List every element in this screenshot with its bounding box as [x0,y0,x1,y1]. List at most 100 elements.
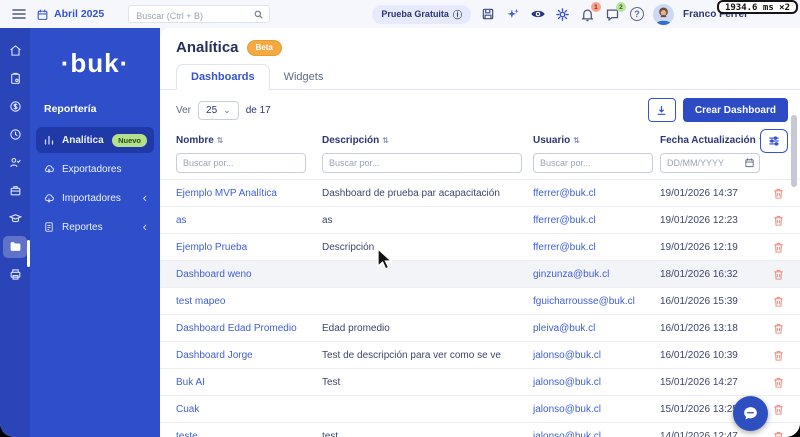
sidebar-item-analitica[interactable]: Analítica Nuevo [36,127,154,153]
create-dashboard-button[interactable]: Crear Dashboard [682,98,788,122]
save-shortcut-icon[interactable] [480,6,496,22]
col-fecha: Fecha Actualización [660,134,756,146]
avatar[interactable] [652,3,674,25]
ai-sparkles-icon[interactable] [505,6,521,22]
table-row[interactable]: Dashboard Edad Promedio Edad promedio pl… [160,314,800,341]
user-email[interactable]: pleiva@buk.cl [533,323,660,334]
dashboard-link[interactable]: Ejemplo Prueba [176,242,322,253]
payments-icon[interactable] [9,100,22,113]
gear-icon[interactable] [555,6,571,22]
global-search[interactable] [128,5,271,24]
notification-count-badge: 1 [590,2,601,12]
calendar-icon[interactable] [744,157,755,168]
dashboard-link[interactable]: Dashboard Edad Promedio [176,323,322,334]
download-button[interactable] [647,98,676,122]
clock-icon[interactable] [9,128,22,141]
trial-badge[interactable]: Prueba Gratuita ⓘ [372,4,471,24]
sort-icon[interactable]: ⇅ [217,136,224,145]
dashboard-link[interactable]: as [176,215,322,226]
user-email[interactable]: fferrer@buk.cl [533,188,660,199]
printer-icon[interactable] [9,268,22,281]
delete-button[interactable] [772,295,785,308]
sidebar-item-exportadores[interactable]: Exportadores [36,156,154,182]
table-row[interactable]: Dashboard Jorge Test de descripción para… [160,341,800,368]
education-cap-icon[interactable] [8,212,22,225]
table-row[interactable]: test mapeo fguicharrousse@buk.cl 16/01/2… [160,287,800,314]
dashboard-link[interactable]: Dashboard Jorge [176,350,322,361]
table-body: Ejemplo MVP Analítica Dashboard de prueb… [160,179,800,437]
messages-count-badge: 2 [615,2,626,12]
mouse-cursor [377,247,395,277]
hamburger-menu-icon[interactable] [12,8,26,20]
nuevo-badge: Nuevo [112,133,147,147]
col-nombre: Nombre [176,134,214,146]
chat-launcher-button[interactable] [733,396,768,431]
cloud-upload-icon [43,163,55,175]
filter-usuario-input[interactable] [533,153,653,173]
sidebar-item-importadores[interactable]: Importadores ‹ [36,185,154,211]
tab-bar: Dashboards Widgets [160,63,800,90]
dashboard-link[interactable]: Buk AI [176,377,322,388]
sort-icon[interactable]: ⇅ [382,136,389,145]
sidebar: ·buk· Reportería Analítica Nuevo Exporta… [30,28,160,437]
filter-descripcion-input[interactable] [322,153,522,173]
page-size-select[interactable]: 25 ⌄ [198,100,239,120]
table-row[interactable]: Cuak jalonso@buk.cl 15/01/2026 13:25 [160,395,800,422]
user-email[interactable]: jalonso@buk.cl [533,404,660,415]
home-icon[interactable] [9,44,22,57]
user-email[interactable]: fferrer@buk.cl [533,215,660,226]
dashboard-link[interactable]: Ejemplo MVP Analítica [176,188,322,199]
delete-button[interactable] [772,214,785,227]
delete-button[interactable] [772,349,785,362]
help-icon[interactable]: ? [629,7,644,21]
beta-badge: Beta [246,39,282,56]
cloud-download-icon [43,192,55,204]
notifications-bell-icon[interactable]: 1 [580,2,601,22]
page-scrollbar-thumb[interactable] [791,115,797,187]
table-filter-row [160,152,800,174]
table-row-hovered[interactable]: Dashboard weno ginzunza@buk.cl 18/01/202… [160,260,800,287]
documents-folder-active[interactable] [3,235,27,258]
table-row[interactable]: Ejemplo MVP Analítica Dashboard de prueb… [160,179,800,206]
filter-nombre-input[interactable] [176,153,306,173]
people-check-icon[interactable] [9,156,22,169]
delete-button[interactable] [772,187,785,200]
period-selector[interactable]: Abril 2025 [36,8,104,21]
delete-button[interactable] [772,241,785,254]
rail-scrollbar-thumb[interactable] [27,240,30,267]
info-icon: ⓘ [452,9,462,20]
eye-icon[interactable] [530,6,546,22]
dashboard-link[interactable]: teste [176,431,322,437]
tab-dashboards[interactable]: Dashboards [176,64,270,90]
chat-bubble-icon [744,407,757,420]
briefcase-icon[interactable] [9,184,22,197]
table-row[interactable]: Ejemplo Prueba Descripción fferrer@buk.c… [160,233,800,260]
delete-button[interactable] [772,403,785,416]
sidebar-item-label: Reportes [62,221,103,233]
dashboard-link[interactable]: Cuak [176,404,322,415]
delete-button[interactable] [772,268,785,281]
delete-button[interactable] [772,376,785,389]
table-row[interactable]: teste test jalonso@buk.cl 14/01/2026 12:… [160,422,800,437]
dashboard-link[interactable]: Dashboard weno [176,269,322,280]
sort-icon[interactable]: ⇅ [573,136,580,145]
delete-button[interactable] [772,430,785,437]
dashboard-link[interactable]: test mapeo [176,296,322,307]
column-filter-button[interactable] [760,129,788,153]
user-email[interactable]: jalonso@buk.cl [533,431,660,437]
user-email[interactable]: fguicharrousse@buk.cl [533,296,660,307]
buk-logo: ·buk· [60,48,130,78]
clipboard-icon[interactable] [9,72,22,85]
user-email[interactable]: fferrer@buk.cl [533,242,660,253]
user-email[interactable]: jalonso@buk.cl [533,350,660,361]
icon-rail [0,28,30,437]
delete-button[interactable] [772,322,785,335]
user-email[interactable]: ginzunza@buk.cl [533,269,660,280]
tab-widgets[interactable]: Widgets [270,65,338,89]
search-input[interactable] [129,8,270,24]
table-row[interactable]: Buk AI Test jalonso@buk.cl 15/01/2026 14… [160,368,800,395]
table-row[interactable]: as as fferrer@buk.cl 19/01/2026 12:23 [160,206,800,233]
messages-icon[interactable]: 2 [605,2,626,22]
user-email[interactable]: jalonso@buk.cl [533,377,660,388]
sidebar-item-reportes[interactable]: Reportes ‹ [36,214,154,240]
